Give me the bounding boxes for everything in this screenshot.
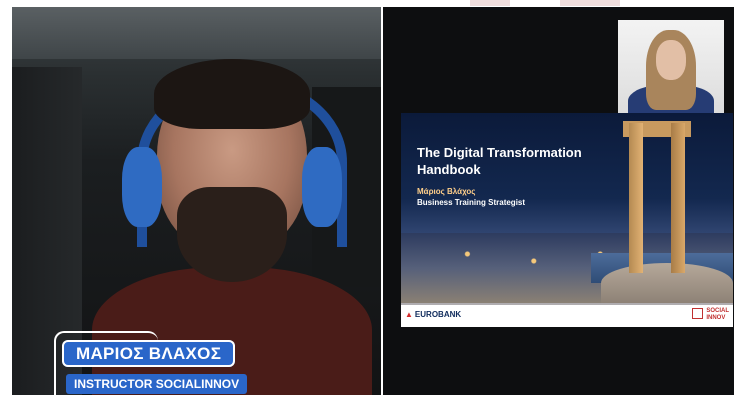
presenter-face [656, 40, 686, 80]
socialinnov-logo-line1: SOCIAL [706, 308, 729, 314]
slide-gate-pillar-right [671, 123, 685, 273]
speaker-name-label: ΜΑΡΙΟΣ ΒΛΑΧΟΣ [62, 340, 236, 367]
headset-earcup-left [122, 147, 162, 227]
shared-slide[interactable]: The Digital Transformation Handbook Μάρι… [401, 113, 733, 327]
slide-footer: ▲ EUROBANK SOCIAL INNOV [401, 305, 733, 327]
presenter-thumbnail-video[interactable] [618, 20, 724, 116]
watermark-fragment [470, 0, 510, 6]
slide-job-title: Business Training Strategist [417, 198, 526, 207]
slide-author: Μάριος Βλάχος [417, 187, 476, 196]
eurobank-logo: ▲ EUROBANK [405, 310, 461, 319]
speaker-role-label: INSTRUCTOR SOCIALINNOV [66, 374, 248, 394]
socialinnov-logo-line2: INNOV [706, 315, 726, 321]
socialinnov-logo: SOCIAL INNOV [692, 308, 729, 322]
socialinnov-mark-icon [692, 308, 704, 319]
watermark-fragment [560, 0, 620, 6]
slide-rock-image [601, 263, 733, 303]
video-call-stage: ΜΑΡΙΟΣ ΒΛΑΧΟΣ INSTRUCTOR SOCIALINNOV The… [0, 0, 734, 401]
speaker-beard [177, 187, 287, 282]
slide-gate-pillar-left [629, 123, 643, 273]
eurobank-logo-text: EUROBANK [414, 310, 462, 319]
eurobank-mark-icon: ▲ [405, 310, 413, 319]
speaker-hair [154, 59, 310, 129]
background-wall [12, 7, 381, 59]
slide-title: The Digital Transformation Handbook [417, 145, 582, 177]
headset-earcup-right [302, 147, 342, 227]
